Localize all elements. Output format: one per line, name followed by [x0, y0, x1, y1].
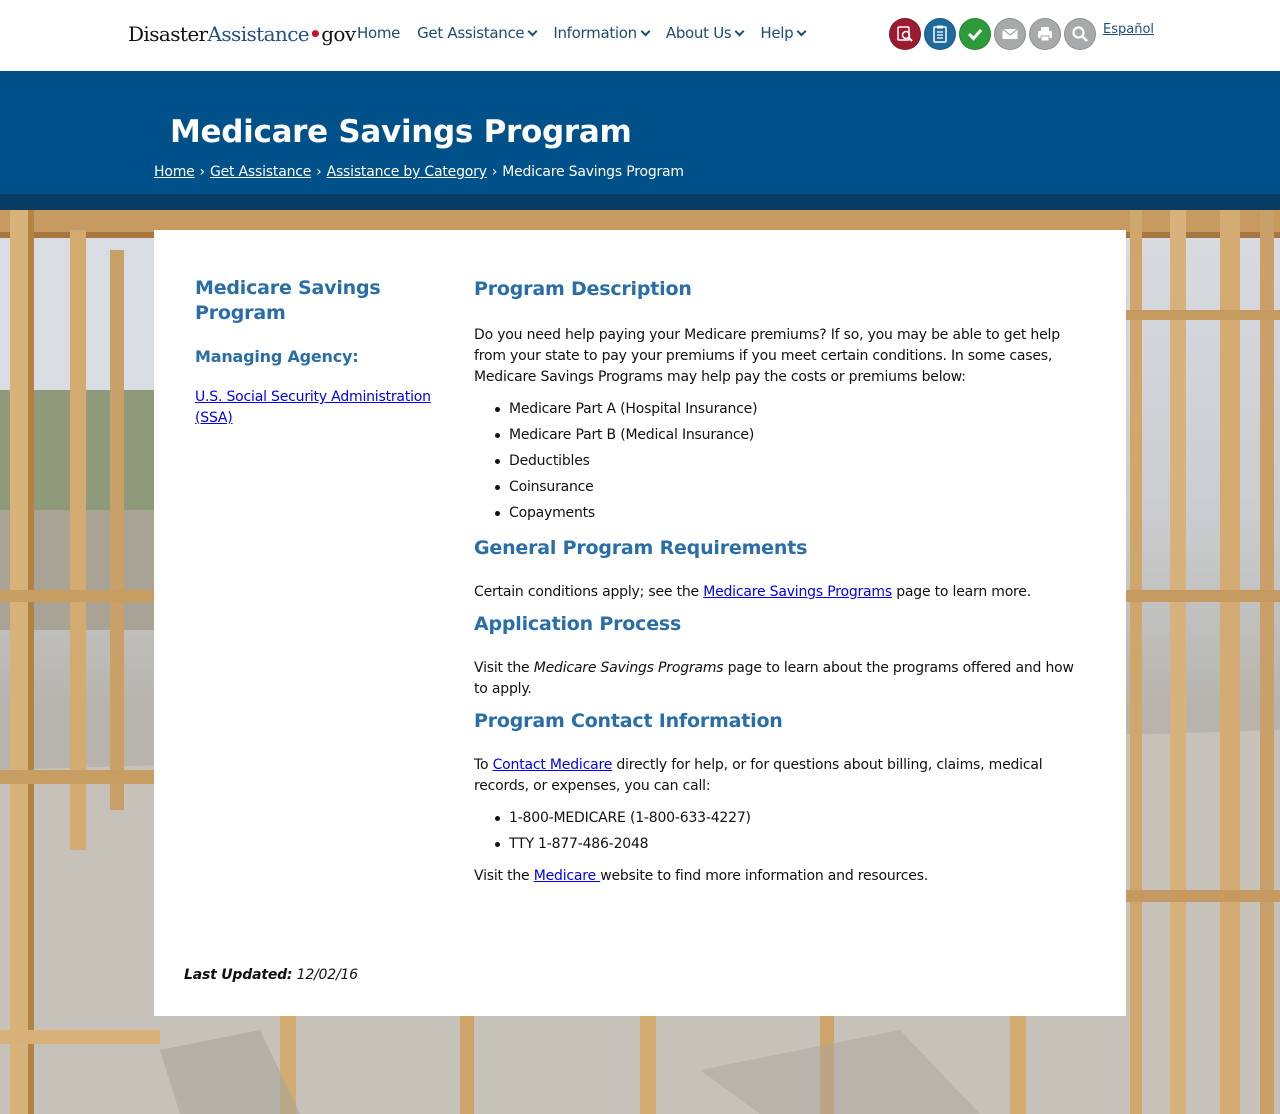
- website-text-before: Visit the: [474, 868, 534, 884]
- contact-text-before: To: [474, 757, 493, 773]
- breadcrumb-current: Medicare Savings Program: [502, 164, 684, 180]
- nav-information-label: Information: [553, 24, 637, 42]
- chevron-down-icon: [796, 26, 807, 36]
- chevron-down-icon: [640, 26, 651, 36]
- email-icon[interactable]: [994, 18, 1026, 50]
- nav-home-label: Home: [357, 24, 401, 42]
- nav-about-us-label: About Us: [665, 24, 732, 42]
- contact-medicare-link[interactable]: Contact Medicare: [493, 757, 613, 773]
- breadcrumb-separator: ›: [491, 164, 498, 180]
- print-icon[interactable]: [1029, 18, 1061, 50]
- medicare-website-link[interactable]: Medicare: [534, 868, 600, 884]
- requirements-heading: General Program Requirements: [474, 537, 808, 559]
- program-description-heading: Program Description: [474, 278, 692, 300]
- nav-help-label: Help: [760, 24, 794, 42]
- requirements-text-before: Certain conditions apply; see the: [474, 584, 704, 600]
- program-description-text: Do you need help paying your Medicare pr…: [474, 327, 1060, 385]
- contact-info-text: To Contact Medicare directly for help, o…: [474, 755, 1074, 797]
- find-assistance-icon[interactable]: [889, 18, 921, 50]
- nav-information[interactable]: Information: [553, 24, 651, 42]
- utility-toolbar: [889, 18, 1096, 50]
- main-nav: Home Get Assistance Information About Us…: [357, 24, 822, 42]
- checkmark-status-icon[interactable]: [959, 18, 991, 50]
- header-divider-strip: [0, 194, 1280, 210]
- requirements-text-after: page to learn more.: [891, 584, 1031, 600]
- website-text-after: website to find more information and res…: [600, 868, 929, 884]
- top-navigation-bar: DisasterAssistance•gov Home Get Assistan…: [0, 0, 1280, 71]
- last-updated-label: Last Updated:: [184, 967, 293, 983]
- language-espanol-link[interactable]: Español: [1103, 22, 1154, 37]
- breadcrumb-separator: ›: [316, 164, 322, 180]
- contact-info-heading: Program Contact Information: [474, 710, 783, 732]
- nav-about-us[interactable]: About Us: [665, 24, 745, 42]
- logo-text-gov: gov: [321, 22, 356, 46]
- nav-home[interactable]: Home: [357, 24, 400, 42]
- list-item: Deductibles: [492, 448, 1074, 474]
- application-process-text: Visit the Medicare Savings Programs page…: [474, 658, 1074, 700]
- application-process-heading: Application Process: [474, 613, 682, 635]
- breadcrumb-home[interactable]: Home: [154, 164, 195, 180]
- sidebar-agency-heading: Managing Agency:: [195, 347, 359, 366]
- nav-get-assistance-label: Get Assistance: [417, 24, 525, 42]
- breadcrumb-separator: ›: [199, 164, 206, 180]
- search-icon[interactable]: [1064, 18, 1096, 50]
- nav-help[interactable]: Help: [760, 24, 807, 42]
- chevron-down-icon: [734, 26, 745, 36]
- page-title: Medicare Savings Program: [170, 114, 632, 150]
- requirements-text: Certain conditions apply; see the Medica…: [474, 582, 1074, 603]
- phone-numbers-list: 1-800-MEDICARE (1-800-633-4227) TTY 1-87…: [492, 805, 1074, 857]
- content-card: Medicare Savings Program Managing Agency…: [154, 230, 1126, 1016]
- clipboard-checklist-icon[interactable]: [924, 18, 956, 50]
- logo-dot: •: [309, 22, 322, 46]
- list-item: Medicare Part A (Hospital Insurance): [492, 396, 1074, 422]
- breadcrumb-get-assistance[interactable]: Get Assistance: [210, 164, 311, 180]
- application-emphasis: Medicare Savings Programs: [533, 660, 724, 676]
- breadcrumb-assistance-by-category[interactable]: Assistance by Category: [327, 164, 487, 180]
- logo-text-disaster: Disaster: [128, 22, 208, 46]
- logo-text-assistance: Assistance: [207, 22, 310, 46]
- list-item: Coinsurance: [492, 474, 1074, 500]
- list-item: Medicare Part B (Medical Insurance): [492, 422, 1074, 448]
- list-item: TTY 1-877-486-2048: [492, 831, 1074, 857]
- list-item: Copayments: [492, 500, 1074, 526]
- list-item: 1-800-MEDICARE (1-800-633-4227): [492, 805, 1074, 831]
- application-text-before: Visit the: [474, 660, 534, 676]
- last-updated-date: 12/02/16: [296, 967, 358, 983]
- main-content: Program Description Do you need help pay…: [474, 278, 1074, 887]
- nav-get-assistance[interactable]: Get Assistance: [417, 24, 538, 42]
- medicare-website-text: Visit the Medicare website to find more …: [474, 866, 1074, 887]
- chevron-down-icon: [527, 26, 538, 36]
- site-logo[interactable]: DisasterAssistance•gov: [128, 20, 356, 48]
- sidebar-program-title: Medicare Savings Program: [195, 277, 381, 324]
- covered-costs-list: Medicare Part A (Hospital Insurance) Med…: [492, 396, 1074, 526]
- breadcrumb: Home › Get Assistance › Assistance by Catego…: [154, 164, 684, 180]
- agency-ssa-link[interactable]: U.S. Social Security Administration (SSA…: [195, 387, 445, 429]
- last-updated: Last Updated: 12/02/16: [184, 967, 358, 983]
- medicare-savings-programs-link[interactable]: Medicare Savings Programs: [703, 584, 892, 600]
